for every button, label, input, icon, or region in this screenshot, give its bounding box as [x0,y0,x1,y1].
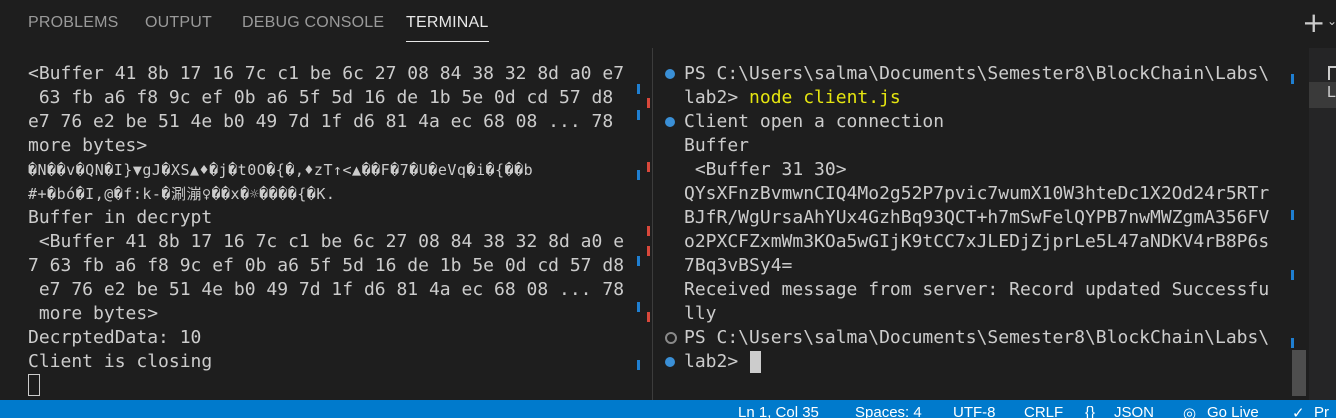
tab-terminal[interactable]: TERMINAL [406,14,489,42]
chevron-down-icon[interactable]: ⌄ [1327,14,1336,28]
terminal-line: e7 76 e2 be 51 4e b0 49 7d 1f d6 81 4a e… [28,279,625,300]
ruler-mark [1291,338,1294,348]
terminal-line: DecrptedData: 10 [28,327,202,348]
terminal-line: Received message from server: Record upd… [684,279,1270,300]
terminal-line: Client is closing [28,351,213,372]
command-success-dot[interactable] [665,69,675,79]
terminal-line: more bytes> [28,303,159,324]
terminal-line: o2PXCFZxmWm3KOa5wGIjK9tCC7xJLEDjZjprLe5L… [684,231,1270,252]
prompt-path: PS C:\Users\salma\Documents\Semester8\Bl… [684,327,1270,348]
prompt-line: lab2> node client.js [684,86,901,110]
terminal-line: 7 63 fb a6 f8 9c ef 0b a6 5f 5d 16 de 1b… [28,255,625,276]
terminal-line: #+�bó�I,@�f:k-�涮漰♀��x�☼����{�K. [28,185,336,203]
ruler-mark [647,246,650,256]
prompt-label: lab2> [684,87,750,108]
terminal-line: lly [684,303,717,324]
minimap-label: L [1327,84,1336,101]
braces-icon[interactable]: {} [1085,404,1095,418]
check-icon[interactable]: ✓ [1292,404,1305,418]
terminal-cursor [750,351,761,373]
ruler-mark [647,312,650,322]
status-extra[interactable]: Pr [1314,404,1329,418]
prompt-dot[interactable] [665,357,675,367]
broadcast-icon[interactable]: ◎ [1183,404,1196,418]
terminal-left[interactable]: <Buffer 41 8b 17 16 7c c1 be 6c 27 08 84… [0,48,652,400]
tab-problems[interactable]: PROBLEMS [28,14,119,32]
ruler-mark [637,170,640,180]
ruler-mark [1291,210,1294,220]
terminal-line: more bytes> [28,135,148,156]
output-dot[interactable] [665,117,675,127]
tab-output[interactable]: OUTPUT [145,14,212,32]
terminal-line: �N��v�QN�I}▼gJ�XS▲♦�j�t0O�{�,♦zT↑<▲��F�7… [28,161,534,179]
language-mode[interactable]: JSON [1114,404,1154,418]
terminal-cursor [28,374,40,396]
status-bar: Ln 1, Col 35 Spaces: 4 UTF-8 CRLF {} JSO… [0,400,1336,418]
indentation[interactable]: Spaces: 4 [855,404,922,418]
pending-command-dot[interactable] [665,332,677,344]
command-text: node client.js [749,87,901,108]
terminal-line: Buffer in decrypt [28,207,213,228]
ruler-mark [1291,74,1294,84]
ruler-mark [637,110,640,120]
terminal-line: <Buffer 41 8b 17 16 7c c1 be 6c 27 08 84… [28,63,625,84]
terminal-line: QYsXFnzBvmwnCIQ4Mo2g52P7pvic7wumX10W3hte… [684,183,1270,204]
cursor-position[interactable]: Ln 1, Col 35 [738,404,819,418]
end-of-line[interactable]: CRLF [1024,404,1063,418]
ruler-mark [637,256,640,266]
minimap-bracket [1328,66,1336,80]
terminal-line: <Buffer 31 30> [684,159,847,180]
terminal-line: 63 fb a6 f8 9c ef 0b a6 5f 5d 16 de 1b 5… [28,87,614,108]
ruler-mark [647,226,650,236]
plus-icon[interactable]: + [1302,6,1325,39]
terminal-line: <Buffer 41 8b 17 16 7c c1 be 6c 27 08 84… [28,231,625,252]
ruler-mark [637,360,640,370]
ruler-mark [647,162,650,172]
terminal-line: Buffer [684,135,750,156]
minimap-line: L [1309,82,1336,108]
terminal-line: 7Bq3vBSy4= [684,255,793,276]
encoding[interactable]: UTF-8 [953,404,996,418]
prompt-label: lab2> [684,351,750,372]
panel-tab-bar: PROBLEMS OUTPUT DEBUG CONSOLE TERMINAL +… [0,0,1336,46]
go-live-button[interactable]: Go Live [1207,404,1259,418]
terminal-right[interactable]: PS C:\Users\salma\Documents\Semester8\Bl… [653,48,1307,400]
ruler-mark [637,84,640,94]
terminal-line: BJfR/WgUrsaAhYUx4GzhBq93QCT+h7mSwFelQYPB… [684,207,1270,228]
terminal-scrollbar[interactable] [1292,350,1306,396]
ruler-mark [637,302,640,312]
ruler-mark [1291,270,1294,280]
terminal-line: e7 76 e2 be 51 4e b0 49 7d 1f d6 81 4a e… [28,111,614,132]
terminal-line: Client open a connection [684,111,945,132]
tab-debug-console[interactable]: DEBUG CONSOLE [242,14,384,32]
ruler-mark [647,98,650,108]
prompt-path: PS C:\Users\salma\Documents\Semester8\Bl… [684,63,1270,84]
